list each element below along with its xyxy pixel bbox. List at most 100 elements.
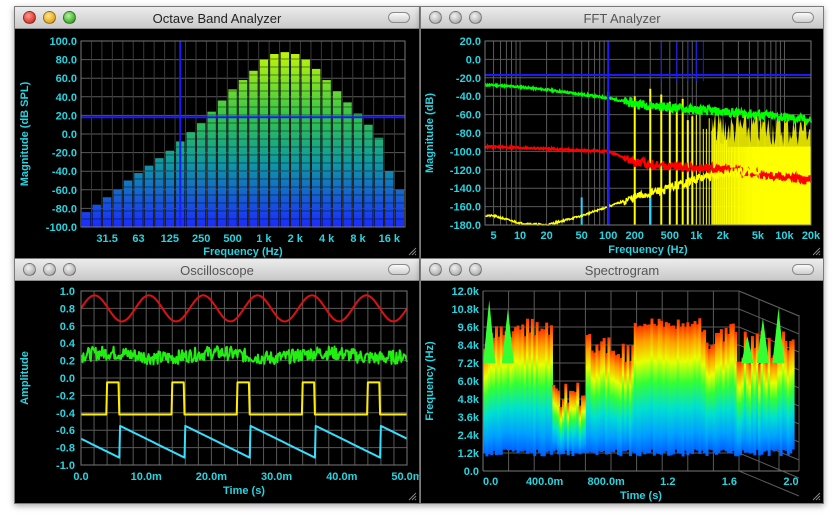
y-axis-label: Magnitude (dB) [424, 93, 436, 173]
toolbar-toggle-button[interactable] [792, 264, 814, 275]
bar [343, 102, 352, 227]
x-tick-label: 10 [514, 230, 526, 242]
x-tick-label: 0.0 [483, 476, 498, 488]
y-tick-label: 1.0 [60, 286, 75, 298]
bar [280, 52, 290, 227]
x-tick-label: 50.0m [391, 471, 419, 483]
bar [102, 197, 112, 227]
octave-chart[interactable]: 100.0 80.0 60.0 40.0 20.0 0.0 -20.0 -40.0 -60.0 -… [15, 29, 419, 258]
x-tick-label: 30.0m [261, 471, 292, 483]
resize-grip-icon[interactable] [811, 491, 821, 501]
y-tick-label: 0.0 [62, 129, 77, 141]
y-tick-label: -40.0 [52, 166, 77, 178]
x-tick-label: 63 [132, 233, 144, 245]
x-tick-label: 125 [161, 233, 179, 245]
resize-grip-icon[interactable] [811, 246, 821, 256]
x-tick-label: 20 [540, 230, 552, 242]
bar [291, 54, 300, 227]
window-title: Oscilloscope [180, 263, 254, 278]
y-tick-label: 0.0 [464, 466, 479, 478]
x-tick-label: 50 [576, 230, 588, 242]
bar [92, 204, 101, 227]
x-tick-label: 8 k [350, 233, 366, 245]
bar [301, 59, 310, 227]
y-axis-label: Magnitude (dB SPL) [19, 81, 31, 186]
bar [155, 158, 164, 227]
x-tick-label: 40.0m [326, 471, 357, 483]
x-tick-label: 800.0m [588, 476, 626, 488]
bar [238, 80, 248, 227]
octave-titlebar[interactable]: Octave Band Analyzer [15, 7, 419, 29]
y-tick-label: -0.2 [56, 390, 75, 402]
fft-chart[interactable]: 20.0 0.0 -20.0 -40.0 -60.0 -80.0 -100.0 -120.0 -… [421, 29, 823, 258]
bar [186, 132, 195, 227]
x-tick-label: 1.6 [722, 476, 737, 488]
x-tick-label: 200 [626, 230, 644, 242]
y-tick-label: 0.0 [466, 54, 481, 66]
y-tick-label: 10.8k [451, 304, 479, 316]
y-tick-label: -120.0 [450, 165, 481, 177]
y-tick-label: 0.8 [60, 303, 75, 315]
y-tick-label: -160.0 [450, 202, 481, 214]
y-tick-label: 20.0 [56, 110, 77, 122]
y-tick-label: 2.4k [458, 430, 480, 442]
y-tick-label: -1.0 [56, 460, 75, 472]
bar [364, 124, 373, 227]
y-tick-label: -20.0 [456, 73, 481, 85]
x-tick-label: 5 [490, 230, 496, 242]
x-tick-label: 0.0 [73, 471, 88, 483]
resize-grip-icon[interactable] [407, 491, 417, 501]
bar [322, 80, 331, 227]
bar [207, 111, 216, 227]
y-tick-label: -0.6 [56, 425, 75, 437]
y-tick-label: 40.0 [56, 92, 77, 104]
x-tick-label: 20k [802, 230, 821, 242]
window-title: FFT Analyzer [583, 11, 661, 26]
spectrogram-titlebar[interactable]: Spectrogram [421, 259, 823, 281]
bar [249, 70, 258, 227]
x-tick-label: 10.0m [131, 471, 162, 483]
y-tick-label: 9.6k [458, 322, 480, 334]
fft-titlebar[interactable]: FFT Analyzer [421, 7, 823, 29]
bar [144, 165, 154, 227]
toolbar-toggle-button[interactable] [792, 12, 814, 23]
bar [82, 212, 91, 227]
x-axis-label: Frequency (Hz) [203, 246, 283, 258]
y-axis-label: Amplitude [19, 351, 31, 405]
x-axis-label: Time (s) [620, 490, 662, 502]
x-tick-label: 400.0m [526, 476, 564, 488]
y-tick-label: -60.0 [456, 110, 481, 122]
x-tick-label: 100 [599, 230, 617, 242]
bar [165, 150, 175, 227]
y-tick-label: 12.0k [451, 286, 479, 298]
y-tick-label: -180.0 [450, 220, 481, 232]
toolbar-toggle-button[interactable] [388, 264, 410, 275]
toolbar-toggle-button[interactable] [388, 12, 410, 23]
y-tick-label: 4.8k [458, 394, 480, 406]
oscilloscope-window: Oscilloscope 1.0 0.8 0.6 0.4 0.2 0.0 -0.2 -0.4 -… [14, 258, 420, 504]
oscilloscope-chart[interactable]: 1.00.80.60.40.20.0-0.2-0.4-0.6-0.8-1.00.… [15, 281, 419, 503]
x-tick-label: 500 [661, 230, 679, 242]
bar [259, 59, 269, 227]
resize-grip-icon[interactable] [407, 246, 417, 256]
y-tick-label: -100.0 [46, 222, 77, 234]
spectrogram-chart[interactable]: 12.0k 10.8k 9.6k 8.4k 7.2k 6.0k 4.8k 3.6k 2.4k 1.… [421, 281, 823, 503]
x-tick-label: 1 k [256, 233, 272, 245]
x-tick-label: 31.5 [96, 233, 117, 245]
bar [217, 100, 227, 227]
y-axis-label: Frequency (Hz) [424, 341, 436, 421]
spectrogram-window: Spectrogram 12.0k 10.8k 9.6k 8.4k 7.2k 6.0k 4.… [420, 258, 824, 504]
x-tick-label: 4 k [319, 233, 335, 245]
y-tick-label: 20.0 [460, 36, 481, 48]
x-axis-label: Time (s) [223, 485, 265, 497]
y-tick-label: -0.4 [56, 408, 76, 420]
y-tick-label: -140.0 [450, 183, 481, 195]
y-tick-label: -0.8 [56, 443, 75, 455]
y-tick-label: 0.0 [60, 373, 75, 385]
y-tick-label: 80.0 [56, 55, 77, 67]
x-tick-label: 2k [717, 230, 730, 242]
y-tick-label: -40.0 [456, 91, 481, 103]
x-tick-label: 16 k [379, 233, 401, 245]
oscilloscope-titlebar[interactable]: Oscilloscope [15, 259, 419, 281]
x-tick-label: 10k [775, 230, 794, 242]
